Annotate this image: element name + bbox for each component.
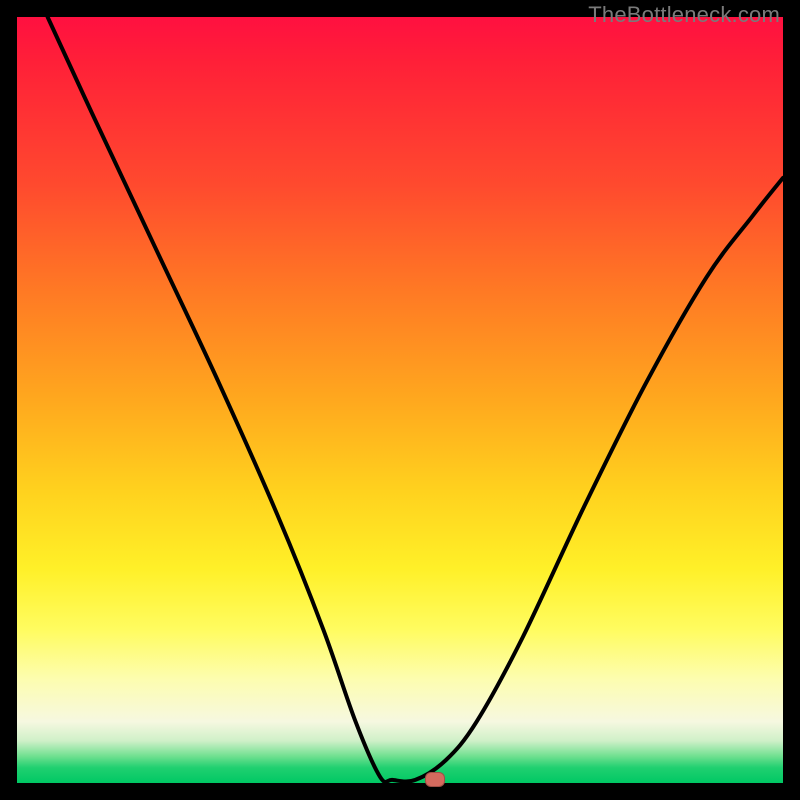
chart-frame: TheBottleneck.com [0,0,800,800]
bottleneck-curve [48,17,783,782]
chart-marker [425,772,445,787]
watermark-text: TheBottleneck.com [588,2,780,28]
chart-curve-layer [17,17,783,783]
